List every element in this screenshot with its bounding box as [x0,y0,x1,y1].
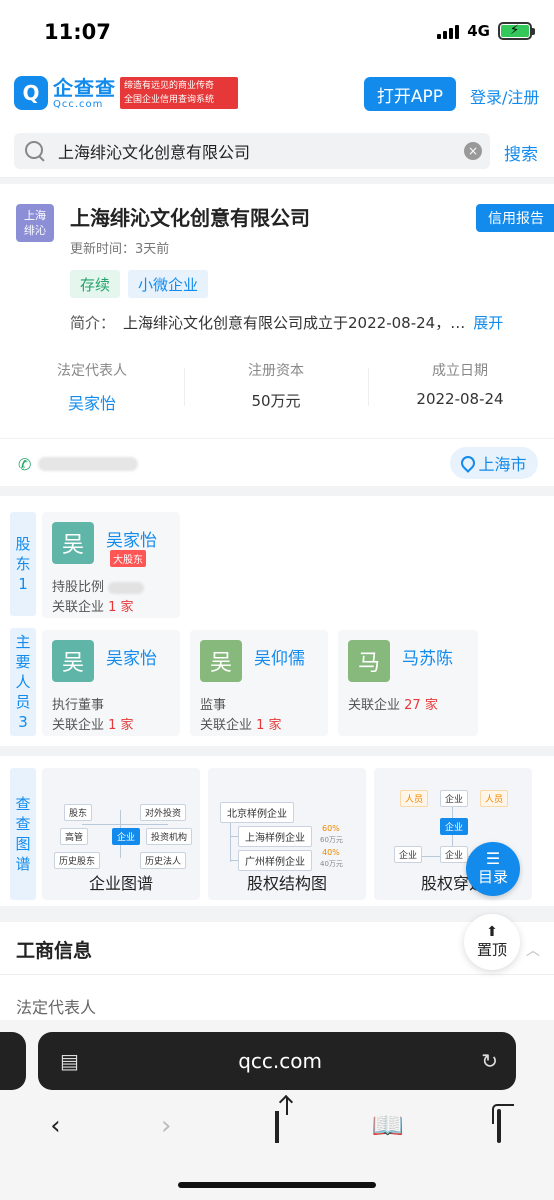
qcc-logo[interactable]: Q 企查查 Qcc.com 缔造有远见的商业传奇 全国企业信用查询系统 [14,76,238,110]
signal-icon [437,23,460,39]
related-companies: 关联企业 1 家 [200,718,282,733]
graph-title: 企业图谱 [88,874,153,893]
slogan-badge: 缔造有远见的商业传奇 全国企业信用查询系统 [120,77,238,109]
updated-time: 更新时间：3天前 [70,242,170,257]
person-role: 执行董事 [52,698,105,713]
person-name[interactable]: 马苏陈 [402,644,453,669]
clear-icon[interactable]: × [464,142,482,160]
company-card: 上海 绯沁 上海绯沁文化创意有限公司 信用报告 更新时间：3天前 存续 小微企业… [0,184,554,486]
logo-en-text: Qcc.com [53,98,104,110]
company-stats: 法定代表人 吴家怡 注册资本 50万元 成立日期 2022-08-24 [0,360,554,414]
list-icon: ☰ [485,848,501,868]
key-person-card[interactable]: 马 马苏陈 关联企业 27 家 [338,630,478,736]
phone-number-redacted[interactable] [38,457,138,471]
network-type: 4G [467,22,490,40]
status-icons: 4G ⚡ [437,22,535,40]
url-text[interactable]: qcc.com [79,1049,481,1073]
company-intro: 简介： 上海绯沁文化创意有限公司成立于2022-08-24，… 展开 [70,314,504,332]
search-icon [24,140,46,162]
people-section: 股 东 1 吴 吴家怡 大股东 持股比例 关联企业 1 家 主 要 人 员 3 … [0,496,554,746]
status-tag: 存续 [70,270,121,298]
credit-report-button[interactable]: 信用报告 [476,204,554,232]
search-query[interactable]: 上海绯沁文化创意有限公司 [58,139,464,163]
phone-icon[interactable]: ✆ [18,455,31,474]
person-avatar: 吴 [52,640,94,682]
login-register-link[interactable]: 登录/注册 [470,84,539,108]
arrow-up-icon: ⬆ [486,923,498,940]
person-avatar: 吴 [200,640,242,682]
browser-chrome: ▤ qcc.com ↻ ‹ › 📖 [0,1020,554,1200]
reader-icon[interactable]: ▤ [60,1049,79,1073]
graph-title: 股权结构图 [246,874,327,893]
location-button[interactable]: 上海市 [450,447,538,479]
key-person-card[interactable]: 吴 吴家怡 执行董事 关联企业 1 家 [42,630,180,736]
search-button[interactable]: 搜索 [504,140,538,165]
share-ratio: 持股比例 [52,576,145,595]
shareholder-card[interactable]: 吴 吴家怡 大股东 持股比例 关联企业 1 家 [42,512,180,618]
logo-mark-icon: Q [14,76,48,110]
location-pin-icon [458,453,479,473]
logo-cn-text: 企查查 [53,75,116,100]
legal-rep-link[interactable]: 吴家怡 [0,390,184,414]
person-avatar: 马 [348,640,390,682]
equity-structure-card[interactable]: 北京样例企业 上海样例企业 60% 60万元 广州样例企业 40% 40万元 股… [208,768,366,900]
status-bar: 11:07 4G ⚡ [0,0,554,64]
key-people-side-label[interactable]: 主 要 人 员 3 [10,628,36,736]
battery-icon: ⚡ [498,22,535,40]
company-tags: 存续 小微企业 [70,270,209,298]
related-companies: 关联企业 27 家 [348,698,438,713]
search-input[interactable]: 上海绯沁文化创意有限公司 × [14,133,490,169]
expand-intro-link[interactable]: 展开 [473,314,503,332]
stat-legal-rep: 法定代表人 吴家怡 [0,360,184,414]
back-to-top-button[interactable]: ⬆ 置顶 [464,914,520,970]
key-person-card[interactable]: 吴 吴仰儒 监事 关联企业 1 家 [190,630,328,736]
home-indicator [178,1182,376,1188]
share-icon[interactable] [252,1111,302,1143]
divider [0,974,554,975]
browser-toolbar: ‹ › 📖 [0,1106,554,1146]
back-icon[interactable]: ‹ [30,1111,80,1141]
business-info-title: 工商信息 [16,940,93,962]
reload-icon[interactable]: ↻ [481,1049,498,1073]
stat-founded-date: 成立日期 2022-08-24 [368,360,552,414]
site-header: Q 企查查 Qcc.com 缔造有远见的商业传奇 全国企业信用查询系统 打开AP… [0,64,554,124]
address-bar[interactable]: ▤ qcc.com ↻ [38,1032,516,1090]
forward-icon[interactable]: › [141,1111,191,1141]
contact-row: ✆ 上海市 [0,438,554,486]
shareholders-side-label[interactable]: 股 东 1 [10,512,36,616]
tabs-icon[interactable] [474,1109,524,1143]
legal-rep-field-label: 法定代表人 [16,998,97,1017]
person-name[interactable]: 吴家怡 [106,644,157,669]
enterprise-graph-card[interactable]: 股东 对外投资 高管 企业 投资机构 历史股东 历史法人 企业图谱 [42,768,200,900]
company-name: 上海绯沁文化创意有限公司 [70,206,310,230]
chevron-up-icon[interactable]: ︿ [526,940,540,960]
previous-tab-preview[interactable] [0,1032,26,1090]
graphs-side-label[interactable]: 查 查 图 谱 [10,768,36,900]
person-avatar: 吴 [52,522,94,564]
search-bar: 上海绯沁文化创意有限公司 × 搜索 [0,124,554,178]
stat-reg-capital: 注册资本 50万元 [184,360,368,414]
status-time: 11:07 [44,20,111,44]
table-of-contents-button[interactable]: ☰ 目录 [466,842,520,896]
related-companies: 关联企业 1 家 [52,718,134,733]
open-app-button[interactable]: 打开APP [364,77,456,111]
size-tag: 小微企业 [128,270,209,298]
bookmarks-icon[interactable]: 📖 [363,1111,413,1141]
major-shareholder-badge: 大股东 [110,550,146,567]
person-role: 监事 [200,698,227,713]
person-name[interactable]: 吴仰儒 [254,644,305,669]
person-name[interactable]: 吴家怡 [106,526,157,551]
related-companies: 关联企业 1 家 [52,600,134,615]
company-avatar: 上海 绯沁 [16,204,54,242]
